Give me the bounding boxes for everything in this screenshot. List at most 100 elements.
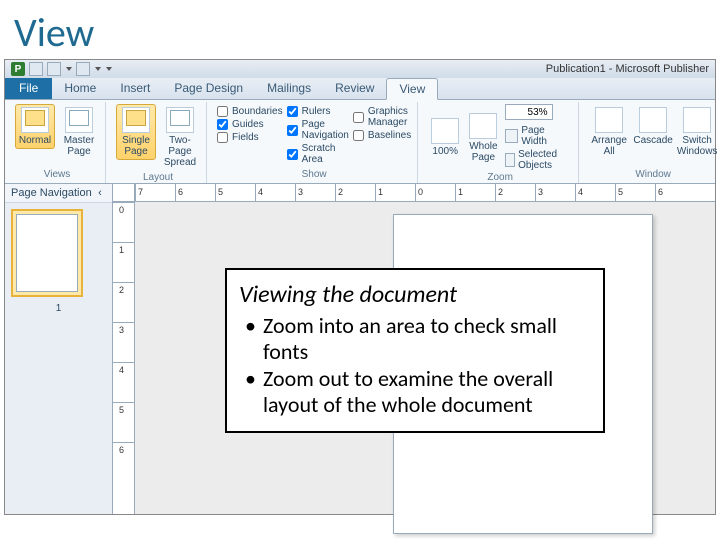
redo-icon[interactable] [76,62,90,76]
group-show-name: Show [302,168,327,181]
single-page-button[interactable]: Single Page [116,104,156,160]
master-page-label: Master Page [62,135,96,157]
h-tick: 1 [378,187,383,197]
ribbon-tabs: File Home Insert Page Design Mailings Re… [5,78,715,100]
group-layout-name: Layout [143,171,173,184]
window-title-text: Publication1 - Microsoft Publisher [546,63,709,75]
h-tick: 4 [578,187,583,197]
overlay-heading: Viewing the document [239,280,591,309]
page-width-button[interactable]: Page Width [505,125,573,147]
h-tick: 5 [218,187,223,197]
chk-fields-label: Fields [232,132,259,143]
arrange-all-icon [595,107,623,133]
h-tick: 0 [418,187,423,197]
zoom-100-button[interactable]: 100% [428,115,462,160]
whole-page-button[interactable]: Whole Page [466,110,500,166]
switch-windows-icon [683,107,711,133]
tab-page-design[interactable]: Page Design [162,78,255,99]
undo-icon[interactable] [47,62,61,76]
whole-page-label: Whole Page [469,141,497,163]
chk-baselines[interactable]: Baselines [353,130,411,141]
group-layout: Single Page Two-Page Spread Layout [110,102,207,183]
h-tick: 6 [178,187,183,197]
page-thumbnail-1[interactable] [11,209,83,297]
two-page-button[interactable]: Two-Page Spread [160,104,200,171]
cascade-icon [639,107,667,133]
app-icon: P [11,62,25,76]
arrange-all-button[interactable]: Arrange All [589,104,629,160]
cascade-label: Cascade [633,135,672,146]
h-tick: 4 [258,187,263,197]
chk-page-nav-label: Page Navigation [302,119,349,141]
zoom-value-input[interactable]: 53% [505,104,553,120]
h-tick: 2 [498,187,503,197]
page-navigation-title: Page Navigation [11,187,92,199]
switch-windows-button[interactable]: Switch Windows [677,104,717,160]
normal-view-icon [21,107,49,133]
chk-scratch[interactable]: Scratch Area [287,143,349,165]
chk-guides-label: Guides [232,119,264,130]
tab-insert[interactable]: Insert [108,78,162,99]
selected-objects-label: Selected Objects [518,149,572,171]
page-thumbnail-number: 1 [11,303,106,314]
selected-objects-icon [505,153,516,167]
group-window: Arrange All Cascade Switch Windows Windo… [583,102,720,183]
arrange-all-label: Arrange All [591,135,627,157]
page-thumbnail-image [16,214,78,292]
page-width-icon [505,129,519,143]
overlay-bullet: Zoom into an area to check small fonts [239,313,591,366]
instruction-overlay: Viewing the document Zoom into an area t… [225,268,605,433]
tab-view[interactable]: View [386,78,438,100]
quick-access-toolbar: P [11,62,112,76]
save-icon[interactable] [29,62,43,76]
cascade-button[interactable]: Cascade [633,104,673,149]
switch-windows-label: Switch Windows [677,135,718,157]
single-page-label: Single Page [119,135,153,157]
v-tick: 0 [119,205,124,215]
chk-guides[interactable]: Guides [217,119,283,130]
tab-review[interactable]: Review [323,78,386,99]
slide-title: View [0,0,720,59]
h-tick: 5 [618,187,623,197]
h-tick: 1 [458,187,463,197]
h-tick: 3 [298,187,303,197]
master-page-icon [65,107,93,133]
page-width-label: Page Width [521,125,572,147]
redo-dropdown-icon[interactable] [95,67,101,71]
chk-page-nav[interactable]: Page Navigation [287,119,349,141]
group-views: Normal Master Page Views [9,102,106,183]
tab-mailings[interactable]: Mailings [255,78,323,99]
qat-customize-icon[interactable] [106,67,112,71]
undo-dropdown-icon[interactable] [66,67,72,71]
chk-rulers[interactable]: Rulers [287,106,349,117]
page-navigation-pane: Page Navigation ‹ 1 [5,184,113,514]
title-bar: P Publication1 - Microsoft Publisher [5,60,715,78]
v-tick: 4 [119,365,124,375]
master-page-button[interactable]: Master Page [59,104,99,160]
collapse-pane-icon[interactable]: ‹ [94,187,106,199]
vertical-ruler: 0 1 2 3 4 5 6 [113,202,135,514]
v-tick: 6 [119,445,124,455]
ruler-corner [113,184,135,202]
selected-objects-button[interactable]: Selected Objects [505,149,573,171]
group-window-name: Window [635,168,671,181]
chk-fields[interactable]: Fields [217,132,283,143]
tab-file[interactable]: File [5,78,52,99]
chk-graphics-mgr[interactable]: Graphics Manager [353,106,411,128]
whole-page-icon [469,113,497,139]
group-views-name: Views [44,168,71,181]
page-navigation-header: Page Navigation ‹ [5,184,112,203]
v-tick: 3 [119,325,124,335]
chk-boundaries-label: Boundaries [232,106,283,117]
normal-view-button[interactable]: Normal [15,104,55,149]
chk-rulers-label: Rulers [302,106,331,117]
chk-graphics-mgr-label: Graphics Manager [368,106,411,128]
group-zoom-name: Zoom [487,171,513,184]
group-show: Boundaries Guides Fields Rulers Page Nav… [211,102,418,183]
v-tick: 5 [119,405,124,415]
single-page-icon [122,107,150,133]
zoom-100-label: 100% [432,146,458,157]
chk-boundaries[interactable]: Boundaries [217,106,283,117]
tab-home[interactable]: Home [52,78,108,99]
h-tick: 6 [658,187,663,197]
